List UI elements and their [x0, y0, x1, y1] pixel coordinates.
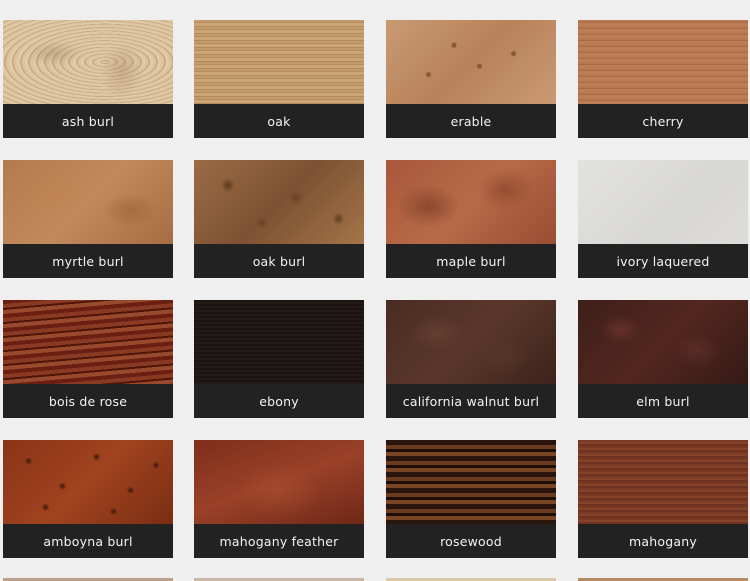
veneer-label: bois de rose — [48, 393, 128, 409]
veneer-label: oak burl — [252, 253, 306, 269]
veneer-label: maple burl — [436, 253, 506, 269]
veneer-swatch — [578, 440, 748, 524]
veneer-label: mahogany — [629, 533, 697, 549]
veneer-card-amboyna-burl[interactable]: amboyna burl — [3, 440, 173, 558]
veneer-card-mahogany[interactable]: mahogany — [578, 440, 748, 558]
veneer-card-cherry[interactable]: cherry — [578, 20, 748, 138]
veneer-swatch — [3, 440, 173, 524]
veneer-card-maple-burl[interactable]: maple burl — [386, 160, 556, 278]
veneer-card-elm-burl[interactable]: elm burl — [578, 300, 748, 418]
veneer-card-mahogany-feather[interactable]: mahogany feather — [194, 440, 364, 558]
veneer-card-ivory-laquered[interactable]: ivory laquered — [578, 160, 748, 278]
veneer-card-california-walnut-burl[interactable]: california walnut burl — [386, 300, 556, 418]
veneer-label: ivory laquered — [616, 253, 710, 269]
veneer-swatch — [386, 440, 556, 524]
veneer-swatch — [386, 20, 556, 104]
veneer-card-rosewood[interactable]: rosewood — [386, 440, 556, 558]
veneer-label: oak — [267, 113, 291, 129]
veneer-grid: ash burl oak erable cherry myrtle burl o… — [0, 0, 750, 581]
veneer-label: california walnut burl — [402, 393, 540, 409]
veneer-swatch — [386, 160, 556, 244]
veneer-swatch — [194, 440, 364, 524]
veneer-swatch — [578, 160, 748, 244]
veneer-label: mahogany feather — [219, 533, 339, 549]
veneer-label: amboyna burl — [43, 533, 133, 549]
veneer-card-bois-de-rose[interactable]: bois de rose — [3, 300, 173, 418]
veneer-swatch — [3, 20, 173, 104]
veneer-swatch — [3, 300, 173, 384]
veneer-card-ash-burl[interactable]: ash burl — [3, 20, 173, 138]
veneer-label: cherry — [642, 113, 684, 129]
veneer-swatch — [386, 300, 556, 384]
veneer-label: rosewood — [440, 533, 502, 549]
veneer-card-oak[interactable]: oak — [194, 20, 364, 138]
veneer-swatch — [578, 20, 748, 104]
veneer-label: erable — [450, 113, 492, 129]
veneer-card-oak-burl[interactable]: oak burl — [194, 160, 364, 278]
veneer-card-ebony[interactable]: ebony — [194, 300, 364, 418]
veneer-swatch — [194, 160, 364, 244]
veneer-card-myrtle-burl[interactable]: myrtle burl — [3, 160, 173, 278]
veneer-swatch — [194, 300, 364, 384]
veneer-label: myrtle burl — [52, 253, 124, 269]
veneer-label: ash burl — [61, 113, 115, 129]
veneer-swatch — [194, 20, 364, 104]
veneer-swatch — [3, 160, 173, 244]
veneer-card-erable[interactable]: erable — [386, 20, 556, 138]
veneer-label: ebony — [259, 393, 299, 409]
veneer-label: elm burl — [636, 393, 690, 409]
veneer-swatch — [578, 300, 748, 384]
